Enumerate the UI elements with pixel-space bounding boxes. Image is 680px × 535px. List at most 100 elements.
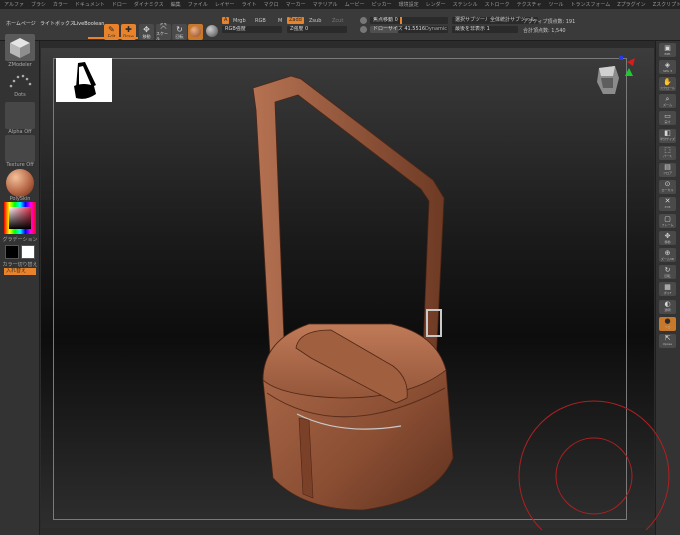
shelf-button-label: XYZ <box>664 205 671 210</box>
scale-button[interactable]: ⤧ スケール <box>156 23 171 41</box>
x-axis-icon <box>627 58 635 66</box>
total-points-readout: 合計頂点数: 1,540 <box>523 28 566 34</box>
live-boolean-button[interactable]: LiveBoolean <box>72 20 106 29</box>
shelf-button-solo[interactable]: ● ソロ <box>659 316 676 331</box>
shelf-button-rotate[interactable]: ↻ 回転 <box>659 265 676 280</box>
menu-item[interactable]: ストローク <box>485 1 510 8</box>
a-toggle[interactable]: A <box>222 17 230 24</box>
zsub-button[interactable]: Zsub <box>309 18 321 24</box>
swap-colors-button[interactable]: 入れ替え <box>4 268 36 275</box>
texture-button[interactable] <box>5 135 35 162</box>
shelf-button-floor[interactable]: ▤ フロア <box>659 162 676 177</box>
zadd-button[interactable]: Zadd <box>287 17 304 24</box>
menu-item[interactable]: ライト <box>242 1 257 8</box>
m-button[interactable]: M <box>278 18 282 24</box>
color-sphere-icon[interactable] <box>206 25 218 37</box>
shelf-button-zoom3d[interactable]: ⊕ ズーム3D <box>659 248 676 263</box>
zcut-button[interactable]: Zcut <box>332 18 343 24</box>
frame-icon: ▢ <box>664 214 671 223</box>
shelf-button-spix[interactable]: ◈ SPix 3 <box>659 60 676 75</box>
shelf-button-scroll[interactable]: ✋ スクロール <box>659 77 676 92</box>
active-points-readout: アクティブ頂点数: 191 <box>523 19 576 25</box>
shelf-button-label: パース <box>663 154 672 159</box>
menu-item[interactable]: ツール <box>548 1 563 8</box>
menu-item[interactable]: ファイル <box>188 1 208 8</box>
shelf-button-xyz[interactable]: ✕ XYZ <box>659 196 676 211</box>
draw-size-icon <box>360 26 367 33</box>
shelf-button-label: BPR <box>664 51 671 56</box>
shelf-button-label: Xpose <box>662 342 673 347</box>
color-picker[interactable] <box>4 202 36 234</box>
spix-icon: ◈ <box>664 60 671 69</box>
rgb-intensity-slider[interactable]: RGB強度 <box>222 26 282 33</box>
dots-label: Dots <box>14 92 26 98</box>
cube-icon <box>10 38 30 58</box>
alpha-button[interactable] <box>5 102 35 129</box>
menu-item[interactable]: 編集 <box>171 1 181 8</box>
focal-shift-slider[interactable]: 焦点移動 0 <box>370 17 448 24</box>
shelf-button-label: フレーム <box>661 222 674 227</box>
shelf-button-actual[interactable]: ▭ 実寸 <box>659 111 676 126</box>
zoom-icon: ⌕ <box>665 94 670 103</box>
shelf-button-bpr[interactable]: ▣ BPR <box>659 43 676 57</box>
left-shelf: ZModeler Dots Alpha Off Texture Off Poly… <box>0 34 40 535</box>
shelf-button-move[interactable]: ✥ 移動 <box>659 231 676 246</box>
stroke-dots-button[interactable] <box>5 70 35 92</box>
menu-item[interactable]: ドキュメント <box>75 1 105 8</box>
rotate-button[interactable]: ↻ 回転 <box>172 24 187 40</box>
shelf-button-label: ソロ <box>664 325 671 330</box>
menu-item[interactable]: マーカー <box>286 1 306 8</box>
shelf-button-label: フロア <box>662 171 672 176</box>
menu-item[interactable]: 環境設定 <box>399 1 419 8</box>
menu-item[interactable]: アルファ <box>4 1 24 8</box>
secondary-color-swatch[interactable] <box>21 245 35 259</box>
shelf-button-persp[interactable]: ⬚ パース <box>659 145 676 160</box>
mrgb-button[interactable]: Mrgb <box>233 18 246 24</box>
move-icon: ✥ <box>143 24 150 34</box>
menu-item[interactable]: ドロー <box>112 1 127 8</box>
home-page-button[interactable]: ホームページ <box>4 20 38 29</box>
shelf-button-label: 透明 <box>664 308 671 312</box>
main-color-swatch[interactable] <box>5 245 19 259</box>
dynamic-toggle[interactable]: Dynamic <box>425 26 447 33</box>
transp-icon: ◐ <box>664 300 671 308</box>
menu-item[interactable]: ピッカー <box>372 1 392 8</box>
menu-item[interactable]: ブラシ <box>31 1 46 8</box>
shelf-button-aahalf[interactable]: ◧ 半分サイズ <box>659 128 676 143</box>
orientation-gizmo[interactable] <box>589 54 637 102</box>
texture-off-label: Texture Off <box>6 162 34 168</box>
rgb-button[interactable]: RGB <box>255 18 266 24</box>
menu-item[interactable]: トランスフォーム <box>570 1 610 8</box>
draw-size-slider[interactable]: ドローサイズ 41.5516 Dynamic <box>370 26 448 33</box>
xpose-icon: ⇱ <box>664 334 671 343</box>
menu-item[interactable]: カラー <box>53 1 68 8</box>
z-intensity-slider[interactable]: Z強度 0 <box>287 26 347 33</box>
zmodeler-brush-button[interactable] <box>5 34 35 61</box>
zoom3d-icon: ⊕ <box>664 248 671 257</box>
shelf-button-label: ポリF <box>663 290 672 295</box>
menu-item[interactable]: テクスチャ <box>517 1 542 8</box>
material-polyskin-button[interactable] <box>6 169 34 197</box>
menu-item[interactable]: ステンシル <box>453 1 478 8</box>
shelf-button-label: 回転 <box>664 273 671 278</box>
shelf-button-frame[interactable]: ▢ フレーム <box>659 214 676 228</box>
menu-item[interactable]: マクロ <box>264 1 279 8</box>
shelf-button-polyf[interactable]: ▦ ポリF <box>659 282 676 297</box>
shelf-button-label: SPix 3 <box>662 68 673 73</box>
shelf-button-label: 実寸 <box>664 119 671 124</box>
shelf-button-xpose[interactable]: ⇱ Xpose <box>659 333 676 348</box>
menu-item[interactable]: Zスクリプト <box>653 1 680 8</box>
move-button[interactable]: ✥ 移動 <box>139 24 154 40</box>
menu-item[interactable]: レンダー <box>426 1 446 8</box>
shelf-button-local[interactable]: ⊙ ローカル <box>659 179 676 194</box>
menu-item[interactable]: Zプラグイン <box>617 1 645 8</box>
menu-item[interactable]: ムービー <box>345 1 365 8</box>
shelf-button-zoom[interactable]: ⌕ ズーム <box>659 94 676 109</box>
menu-item[interactable]: マテリアル <box>313 1 338 8</box>
material-swatch[interactable] <box>188 24 203 40</box>
hide-last-slider[interactable]: 最後を非表示 1 <box>452 26 518 33</box>
canvas-viewport[interactable] <box>41 48 670 530</box>
shelf-button-transp[interactable]: ◐ 透明 <box>659 299 676 314</box>
menu-item[interactable]: レイヤー <box>215 1 235 8</box>
menu-item[interactable]: ダイナミクス <box>134 1 164 8</box>
